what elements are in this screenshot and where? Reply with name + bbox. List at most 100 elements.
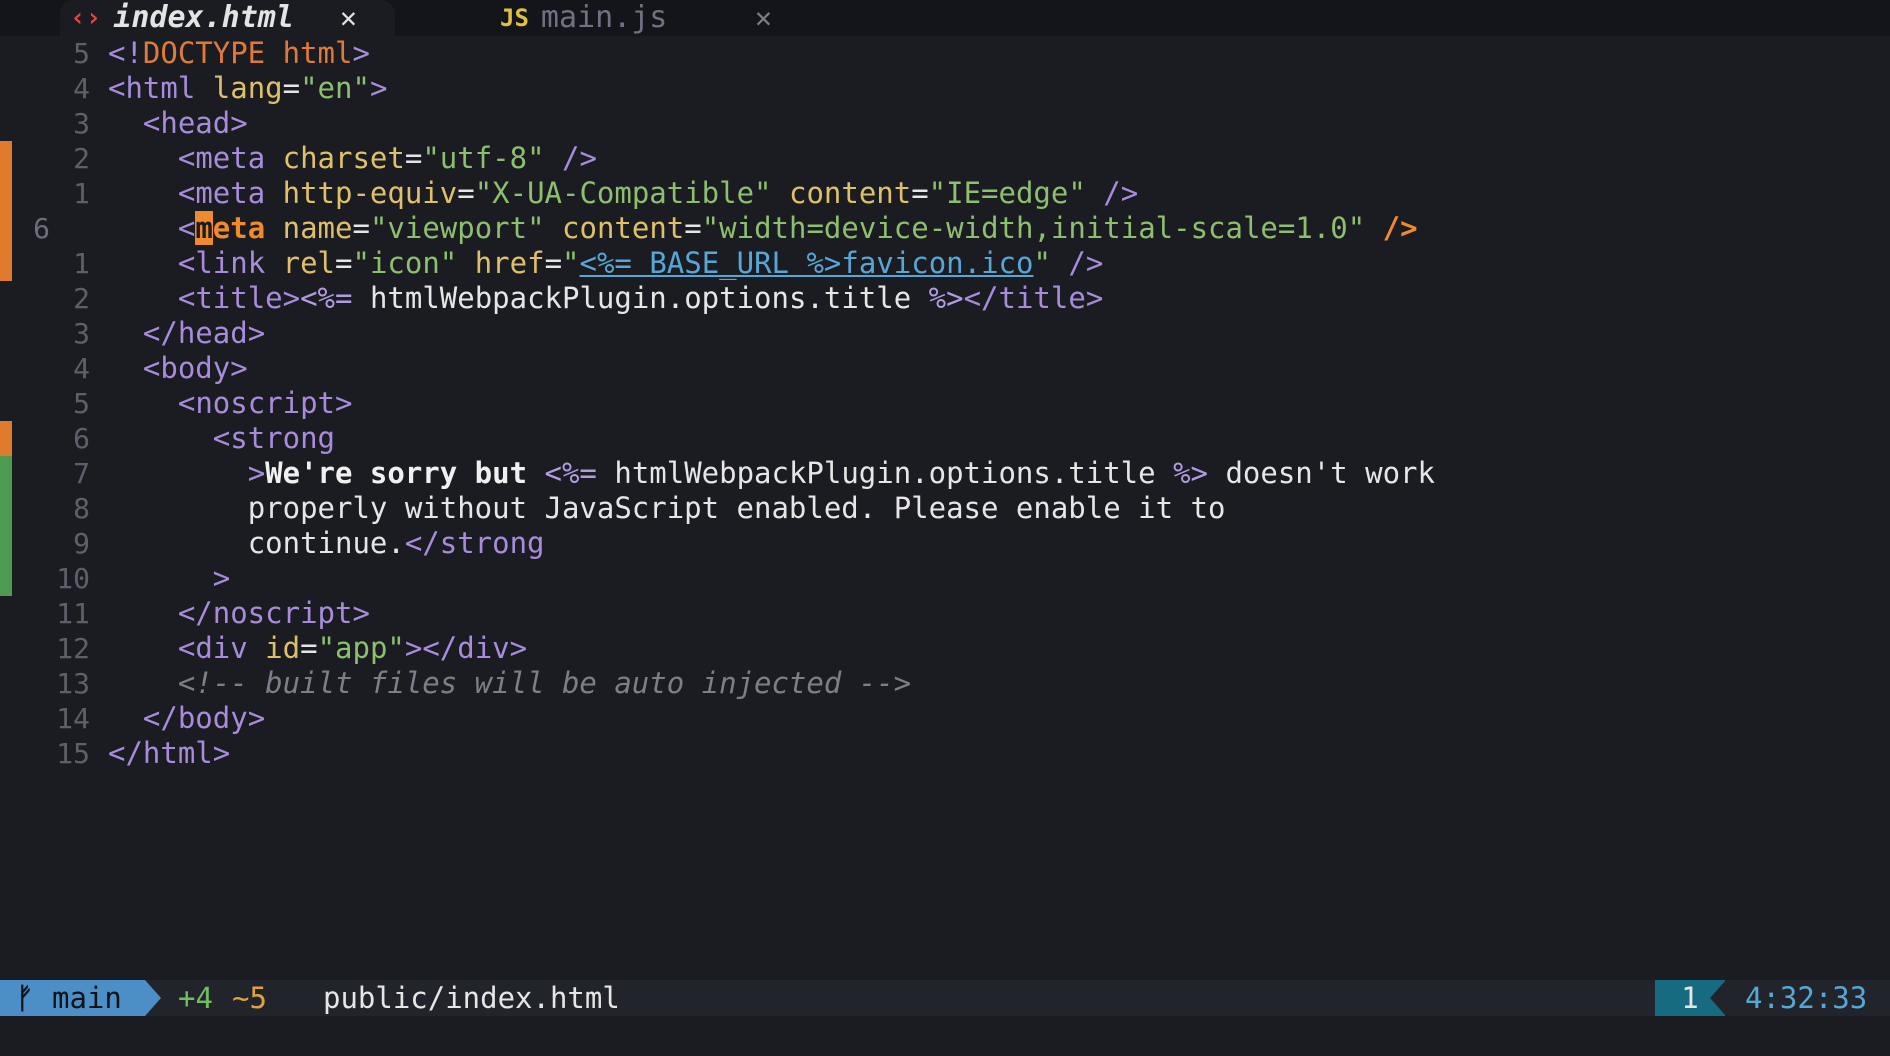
code-line[interactable]: 3 <head> xyxy=(0,106,1890,141)
code-text: </html> xyxy=(108,736,231,770)
branch-separator xyxy=(145,980,161,1016)
code-text: <meta charset="utf-8" /> xyxy=(177,141,597,175)
line-number: 4 xyxy=(73,72,90,105)
tab-label: index.html xyxy=(113,0,294,35)
code-text: <meta http-equiv="X-UA-Compatible" conte… xyxy=(177,176,1139,210)
line-number: 4 xyxy=(73,352,90,385)
code-text: <html lang="en"> xyxy=(108,71,388,105)
gutter xyxy=(0,351,12,386)
code-line[interactable]: 7 >We're sorry but <%= htmlWebpackPlugin… xyxy=(0,456,1890,491)
git-modified-marker xyxy=(0,176,12,211)
code-line[interactable]: 6 <meta name="viewport" content="width=d… xyxy=(0,211,1890,246)
code-text: <link rel="icon" href="<%= BASE_URL %>fa… xyxy=(177,246,1104,280)
line-number: 3 xyxy=(73,317,90,350)
line-number: 1 xyxy=(73,247,90,280)
code-line[interactable]: 12 <div id="app"></div> xyxy=(0,631,1890,666)
code-text: </noscript> xyxy=(177,596,370,630)
code-text: <title><%= htmlWebpackPlugin.options.tit… xyxy=(177,281,1104,315)
code-line[interactable]: 8 properly without JavaScript enabled. P… xyxy=(0,491,1890,526)
line-number: 13 xyxy=(56,667,90,700)
code-text: continue.</strong xyxy=(247,526,545,560)
code-line[interactable]: 2 <meta charset="utf-8" /> xyxy=(0,141,1890,176)
code-line[interactable]: 13 <!-- built files will be auto injecte… xyxy=(0,666,1890,701)
code-line[interactable]: 6 <strong xyxy=(0,421,1890,456)
tab-bar: ‹› index.html ✕ JS main.js ✕ xyxy=(0,0,1890,36)
code-line[interactable]: 3 </head> xyxy=(0,316,1890,351)
line-number: 15 xyxy=(56,737,90,770)
line-number: 5 xyxy=(73,37,90,70)
code-text: <strong xyxy=(212,421,335,455)
git-modified-count: ~5 xyxy=(232,981,267,1015)
git-modified-marker xyxy=(0,141,12,176)
gutter xyxy=(0,386,12,421)
branch-name: main xyxy=(52,981,122,1015)
line-number: 8 xyxy=(73,492,90,525)
code-line[interactable]: 1 <meta http-equiv="X-UA-Compatible" con… xyxy=(0,176,1890,211)
line-number: 1 xyxy=(73,177,90,210)
line-number: 9 xyxy=(73,527,90,560)
line-number: 2 xyxy=(73,282,90,315)
gutter xyxy=(0,631,12,666)
code-line[interactable]: 5 <!DOCTYPE html> xyxy=(0,36,1890,71)
code-text: <!-- built files will be auto injected -… xyxy=(108,666,912,700)
gutter xyxy=(0,36,12,71)
line-number: 12 xyxy=(56,632,90,665)
git-branch-icon: ᚠ xyxy=(16,981,34,1015)
line-number: 3 xyxy=(73,107,90,140)
code-line[interactable]: 2 <title><%= htmlWebpackPlugin.options.t… xyxy=(0,281,1890,316)
line-number: 10 xyxy=(56,562,90,595)
git-added-count: +4 xyxy=(178,981,213,1015)
line-indicator-separator xyxy=(1710,980,1726,1016)
line-number: 7 xyxy=(73,457,90,490)
code-text: <body> xyxy=(142,351,248,385)
git-added-marker xyxy=(0,456,12,491)
code-line[interactable]: 4 <body> xyxy=(0,351,1890,386)
code-line[interactable]: 1 <link rel="icon" href="<%= BASE_URL %>… xyxy=(0,246,1890,281)
code-text: <noscript> xyxy=(177,386,353,420)
close-icon[interactable]: ✕ xyxy=(755,0,772,36)
gutter xyxy=(0,281,12,316)
gutter xyxy=(0,596,12,631)
clock: 4:32:33 xyxy=(1745,981,1868,1015)
gutter xyxy=(0,736,12,771)
code-line[interactable]: 5 <noscript> xyxy=(0,386,1890,421)
code-line[interactable]: 15 </html> xyxy=(0,736,1890,771)
code-line[interactable]: 11 </noscript> xyxy=(0,596,1890,631)
line-number: 2 xyxy=(73,142,90,175)
code-text: <head> xyxy=(142,106,248,140)
code-line[interactable]: 9 continue.</strong xyxy=(0,526,1890,561)
line-number: 6 xyxy=(33,212,50,245)
code-line[interactable]: 14 </body> xyxy=(0,701,1890,736)
gutter xyxy=(0,316,12,351)
code-text: <div id="app"></div> xyxy=(177,631,528,665)
code-text: properly without JavaScript enabled. Ple… xyxy=(247,491,1226,525)
gutter xyxy=(0,106,12,141)
code-editor[interactable]: 5 <!DOCTYPE html> 4 <html lang="en"> 3 <head… xyxy=(0,36,1890,981)
status-bar: ᚠ main +4 ~5 public/index.html 1 4:32:33 xyxy=(0,980,1890,1016)
git-modified-marker xyxy=(0,421,12,456)
line-number: 6 xyxy=(73,422,90,455)
gutter xyxy=(0,666,12,701)
git-branch-indicator[interactable]: ᚠ main xyxy=(0,980,145,1016)
tab-index-html[interactable]: ‹› index.html ✕ xyxy=(60,0,395,36)
code-text: </body> xyxy=(142,701,266,735)
line-number: 14 xyxy=(56,702,90,735)
close-icon[interactable]: ✕ xyxy=(340,0,357,36)
git-modified-marker xyxy=(0,246,12,281)
git-added-marker xyxy=(0,491,12,526)
line-number: 5 xyxy=(73,387,90,420)
code-text: </head> xyxy=(142,316,266,350)
file-path: public/index.html xyxy=(323,981,620,1015)
code-line[interactable]: 10 > xyxy=(0,561,1890,596)
line-number: 11 xyxy=(56,597,90,630)
javascript-file-icon: JS xyxy=(500,4,529,32)
gutter xyxy=(0,71,12,106)
tab-main-js[interactable]: JS main.js ✕ xyxy=(500,0,800,36)
git-added-marker xyxy=(0,561,12,596)
code-text: > xyxy=(212,561,231,595)
code-text: <meta name="viewport" content="width=dev… xyxy=(177,211,1418,245)
tab-label: main.js xyxy=(540,0,668,35)
code-text: <!DOCTYPE html> xyxy=(108,36,370,70)
code-line[interactable]: 4 <html lang="en"> xyxy=(0,71,1890,106)
code-text: >We're sorry but <%= htmlWebpackPlugin.o… xyxy=(247,456,1435,490)
